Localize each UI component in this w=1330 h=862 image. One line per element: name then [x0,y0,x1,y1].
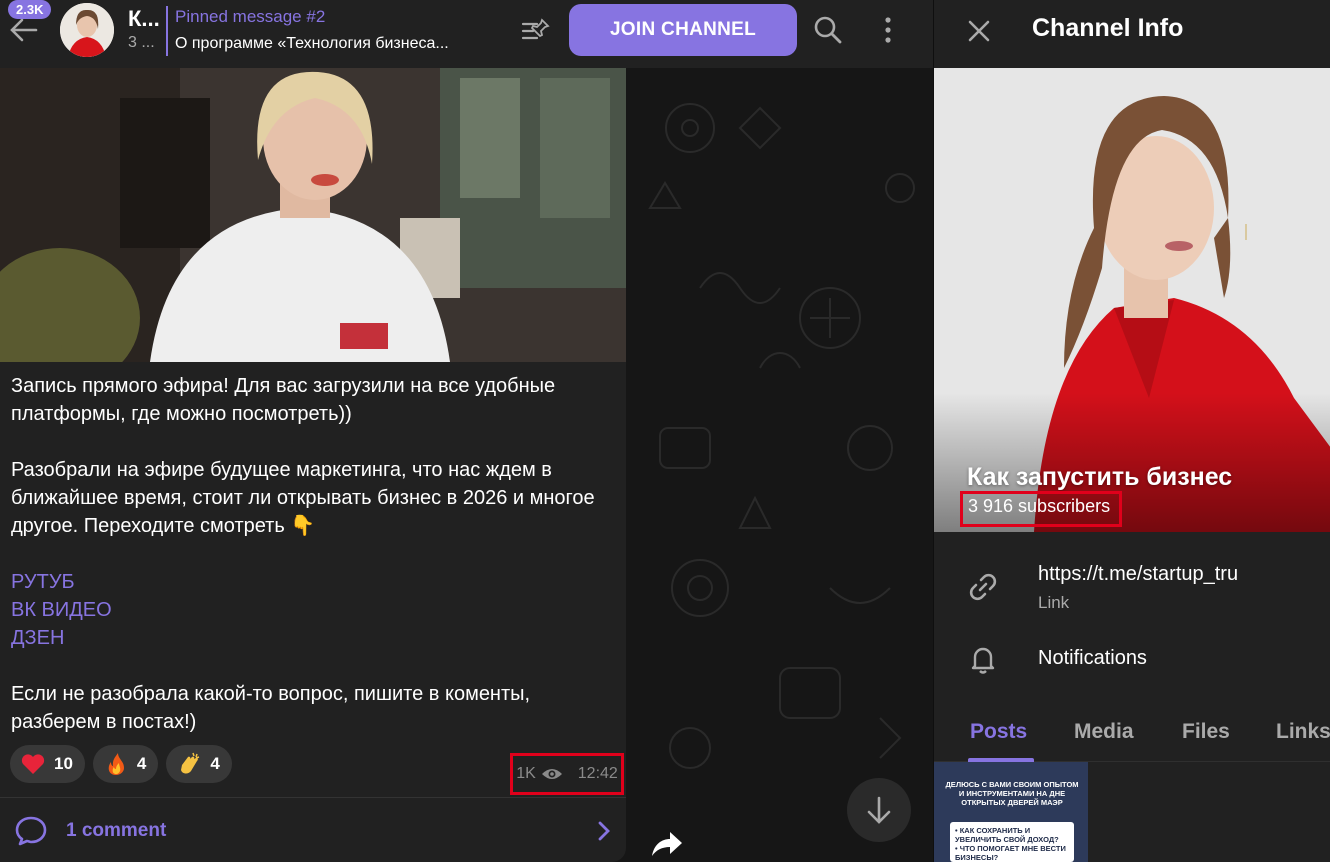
notifications-label: Notifications [1038,647,1147,669]
arrow-down-icon [867,796,891,824]
media-tabs: Posts Media Files Links [934,706,1330,762]
notifications-row[interactable]: Notifications [934,624,1330,694]
unread-badge: 2.3K [8,0,52,19]
post-thumbnail[interactable]: ДЕЛЮСЬ С ВАМИ СВОИМ ОПЫТОМ И ИНСТРУМЕНТА… [934,762,1088,862]
clap-icon [181,752,200,774]
message-time: 12:42 [577,765,618,782]
tab-posts[interactable]: Posts [970,720,1027,744]
tab-media[interactable]: Media [1074,720,1134,744]
more-vertical-icon [885,17,891,43]
channel-link-caption: Link [1038,593,1070,612]
thumbnail-heading: ДЕЛЮСЬ С ВАМИ СВОИМ ОПЫТОМ И ИНСТРУМЕНТА… [945,780,1079,807]
more-options-button[interactable] [872,14,904,46]
video-preview[interactable] [0,68,626,362]
bell-icon [971,647,995,674]
fire-icon [108,753,124,775]
link-icon [969,573,997,601]
comment-icon [15,816,47,846]
channel-link-url[interactable]: https://t.me/startup_tru [1038,563,1238,586]
close-icon [968,20,990,42]
heart-icon [21,754,45,774]
panel-title: Channel Info [1032,14,1184,42]
reaction-count: 10 [54,754,73,773]
comments-label: 1 comment [66,820,167,841]
channel-title[interactable]: К... [128,6,160,32]
tab-links[interactable]: Links [1276,720,1330,744]
eye-icon [541,769,562,779]
chat-header: 2.3K К... 3 ... Pinned message #2 О прог… [0,0,933,68]
pinned-message-label: Pinned message #2 [175,7,326,26]
video-thumbnail [0,68,626,362]
thumbnail-card: • КАК СОХРАНИТЬ И УВЕЛИЧИТЬ СВОЙ ДОХОД? … [950,822,1074,862]
tab-files[interactable]: Files [1182,720,1230,744]
pinned-message-text: О программе «Технология бизнеса... [175,35,449,52]
channel-subtitle: 3 ... [128,34,155,51]
link-rutube[interactable]: РУТУБ [11,568,616,596]
channel-info-panel: Channel Info Как запустить бизнес 3 916 … [933,0,1330,862]
link-vk-video[interactable]: ВК ВИДЕО [11,596,616,624]
link-dzen[interactable]: ДЗЕН [11,624,616,652]
channel-name: Как запустить бизнес [967,463,1233,491]
subscriber-count: 3 916 subscribers [960,491,1122,527]
thumbnail-item: • КАК СОХРАНИТЬ И УВЕЛИЧИТЬ СВОЙ ДОХОД? [955,826,1059,844]
channel-link-row[interactable]: https://t.me/startup_tru Link [934,550,1330,620]
telegram-window: 2.3K К... 3 ... Pinned message #2 О прог… [0,0,1330,862]
message-paragraph: Разобрали на эфире будущее маркетинга, ч… [11,459,595,537]
chevron-right-icon [598,821,610,841]
message-bubble: Запись прямого эфира! Для вас загрузили … [0,68,626,862]
reaction-clap[interactable]: 4 [166,745,232,783]
message-meta-highlight: 1K 12:42 [510,753,624,795]
comments-button[interactable]: 1 comment [0,798,626,862]
thumbnail-item: • ЧТО ПОМОГАЕТ МНЕ ВЕСТИ БИЗНЕСЫ? [955,844,1066,862]
pinned-message-bar[interactable]: Pinned message #2 О программе «Технологи… [166,6,511,56]
reaction-heart[interactable]: 10 [10,745,85,783]
avatar-portrait [60,3,114,57]
join-channel-button[interactable]: JOIN CHANNEL [569,4,797,56]
view-count: 1K [516,765,536,782]
pin-list-icon [521,18,550,40]
reaction-count: 4 [136,754,147,773]
share-button[interactable] [646,824,686,862]
share-arrow-icon [652,832,682,856]
reaction-fire[interactable]: 4 [92,745,159,783]
search-icon [814,16,842,44]
pinned-list-button[interactable] [520,16,552,48]
message-paragraph: Запись прямого эфира! Для вас загрузили … [11,375,556,425]
search-button[interactable] [812,14,844,46]
message-closing: Если не разобрала какой-то вопрос, пишит… [11,683,531,733]
reactions-bar: 10 4 4 [10,745,232,783]
close-button[interactable] [964,16,994,46]
message-text: Запись прямого эфира! Для вас загрузили … [11,372,616,764]
reaction-count: 4 [210,754,220,773]
scroll-down-button[interactable] [847,778,911,842]
channel-avatar[interactable] [60,3,114,57]
